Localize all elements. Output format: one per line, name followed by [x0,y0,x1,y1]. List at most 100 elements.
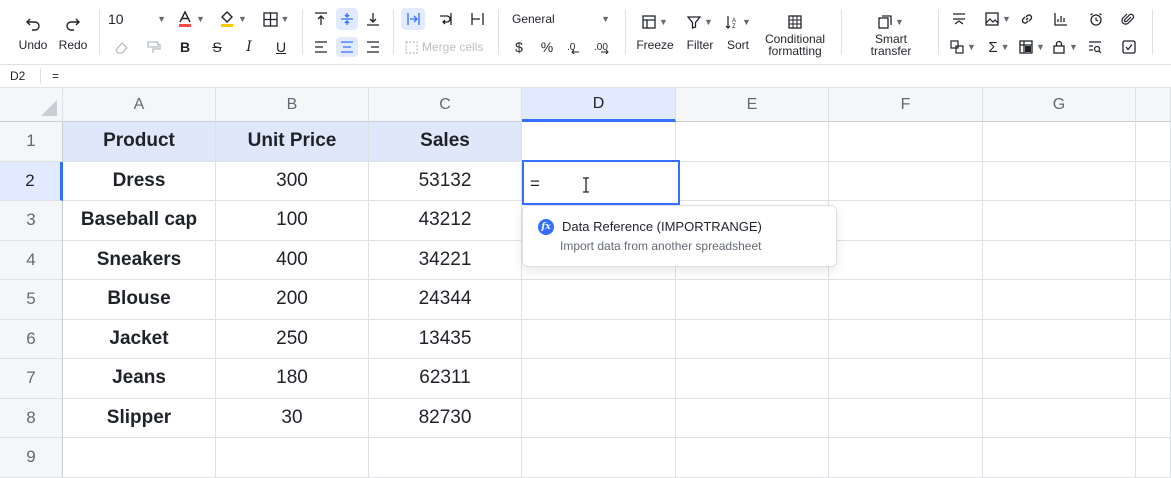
table-cell[interactable]: 30 [216,398,369,438]
undo-button[interactable]: Undo [14,10,52,56]
cell-f8[interactable] [829,398,983,438]
cell-g6[interactable] [983,319,1136,359]
cell-h2[interactable] [1136,161,1171,201]
underline-button[interactable]: U [272,38,290,56]
table-cell[interactable]: 53132 [369,161,522,201]
table-cell[interactable]: 400 [216,240,369,280]
row-header-6[interactable]: 6 [0,319,63,359]
formula-input[interactable]: = [52,69,59,83]
column-header-a[interactable]: A [63,88,216,122]
cell-f9[interactable] [829,438,983,478]
cell-g5[interactable] [983,280,1136,320]
table-cell[interactable]: 62311 [369,359,522,399]
cell-g2[interactable] [983,161,1136,201]
cell-d6[interactable] [522,319,676,359]
align-bottom-button[interactable] [363,9,383,29]
table-cell[interactable]: Sneakers [63,240,216,280]
sort-button[interactable]: AZ ▼ Sort [723,10,753,56]
row-header-7[interactable]: 7 [0,359,63,399]
align-center-button[interactable] [336,37,358,57]
cell-f1[interactable] [829,122,983,162]
decrease-decimal-button[interactable]: .0 [564,38,586,56]
column-header-e[interactable]: E [676,88,829,122]
align-top-button[interactable] [311,9,331,29]
row-header-8[interactable]: 8 [0,398,63,438]
cell-e9[interactable] [676,438,829,478]
row-header-4[interactable]: 4 [0,240,63,280]
suggestion-title[interactable]: Data Reference (IMPORTRANGE) [562,219,762,234]
cell-h6[interactable] [1136,319,1171,359]
attachment-button[interactable] [1119,9,1137,29]
redo-button[interactable]: Redo [55,10,91,56]
cell-e1[interactable] [676,122,829,162]
column-header-d[interactable]: D [522,88,676,122]
increase-decimal-button[interactable]: .00 [592,38,614,56]
insert-link-button[interactable] [1018,9,1036,29]
text-overflow-button[interactable] [401,8,425,30]
align-right-button[interactable] [363,38,383,56]
cell-a9[interactable] [63,438,216,478]
protect-range-button[interactable]: ▼ [1050,38,1080,56]
row-header-3[interactable]: 3 [0,201,63,241]
cell-d5[interactable] [522,280,676,320]
checkbox-button[interactable] [1120,38,1138,56]
select-all-corner[interactable] [0,88,63,122]
cell-d1[interactable] [522,122,676,162]
currency-button[interactable]: $ [510,38,528,56]
cell-f4[interactable] [829,240,983,280]
cell-e6[interactable] [676,319,829,359]
table-cell[interactable]: Blouse [63,280,216,320]
cell-f3[interactable] [829,201,983,241]
cell-f7[interactable] [829,359,983,399]
data-validation-button[interactable]: ▼ [948,38,978,56]
cell-f5[interactable] [829,280,983,320]
cell-g8[interactable] [983,398,1136,438]
cell-c9[interactable] [369,438,522,478]
align-middle-button[interactable] [336,8,358,30]
column-header-b[interactable]: B [216,88,369,122]
row-header-2[interactable]: 2 [0,161,63,201]
cell-g3[interactable] [983,201,1136,241]
text-clip-button[interactable] [467,9,487,29]
cell-d7[interactable] [522,359,676,399]
cell-g4[interactable] [983,240,1136,280]
bold-button[interactable]: B [176,38,194,56]
cell-d8[interactable] [522,398,676,438]
table-cell[interactable]: Dress [63,161,216,201]
table-cell[interactable]: 180 [216,359,369,399]
cell-h3[interactable] [1136,201,1171,241]
filter-button[interactable]: ▼ Filter [683,10,717,56]
fill-color-button[interactable]: ▼ [218,9,248,29]
spreadsheet-grid[interactable]: ABCDEFG 123456789 Product Unit Price Sales… [0,88,1171,478]
borders-button[interactable]: ▼ [260,9,292,29]
column-header-g[interactable]: G [983,88,1136,122]
insert-chart-button[interactable] [1052,9,1070,29]
cell-h1[interactable] [1136,122,1171,162]
find-replace-button[interactable] [1086,38,1104,56]
italic-button[interactable]: I [240,38,258,56]
clear-format-button[interactable] [112,38,130,56]
merge-cells-button[interactable]: Merge cells [405,38,491,56]
table-cell[interactable]: 250 [216,319,369,359]
table-cell[interactable]: 43212 [369,201,522,241]
table-cell[interactable]: 13435 [369,319,522,359]
cell-h9[interactable] [1136,438,1171,478]
conditional-formatting-button[interactable]: Conditional formatting [760,14,830,58]
row-height-button[interactable] [950,9,968,29]
table-cell[interactable]: 300 [216,161,369,201]
table-header-cell[interactable]: Sales [369,122,522,162]
table-cell[interactable]: Slipper [63,398,216,438]
align-left-button[interactable] [311,38,331,56]
freeze-button[interactable]: ▼ Freeze [634,10,676,56]
cell-g9[interactable] [983,438,1136,478]
cell-e2[interactable] [676,161,829,201]
format-painter-button[interactable] [144,38,162,56]
cell-e8[interactable] [676,398,829,438]
table-cell[interactable]: 24344 [369,280,522,320]
percent-button[interactable]: % [538,38,556,56]
cell-h8[interactable] [1136,398,1171,438]
cell-h4[interactable] [1136,240,1171,280]
row-header-9[interactable]: 9 [0,438,63,478]
table-header-cell[interactable]: Product [63,122,216,162]
cell-f2[interactable] [829,161,983,201]
